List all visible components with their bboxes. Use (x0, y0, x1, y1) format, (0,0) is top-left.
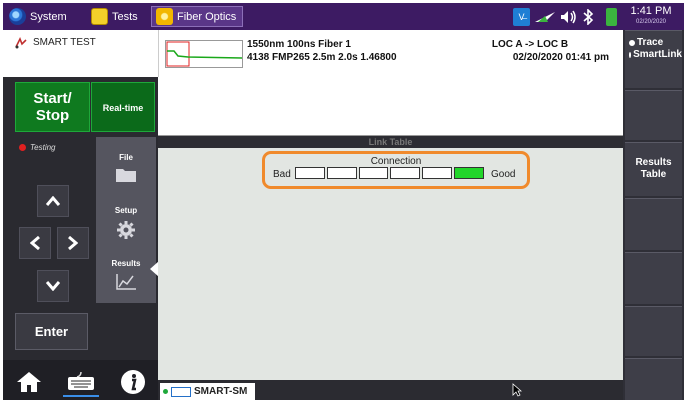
connection-bad-label: Bad (273, 169, 291, 180)
clock-date: 02/20/2020 (635, 19, 667, 25)
menu-setup-label: Setup (114, 206, 138, 215)
status-dot-icon (163, 389, 168, 394)
softkey-empty-6[interactable] (625, 306, 682, 356)
view-option-smartlink[interactable]: SmartLink (629, 49, 682, 61)
menu-results-label: Results (111, 259, 141, 268)
tab-smart-sm[interactable]: SMART-SM (160, 383, 255, 400)
tab-fiber-optics[interactable]: Fiber Optics (151, 6, 243, 27)
menu-file-label: File (119, 153, 133, 162)
main-content: Link Table Connection Bad Good SMART-SM (158, 77, 623, 400)
fiber-link-icon (171, 386, 191, 397)
left-control-panel: Start/ Stop Real-time Testing File Setup (3, 77, 159, 400)
tab-fiber-optics-label: Fiber Optics (177, 10, 237, 23)
testing-indicator: Testing (19, 143, 56, 152)
results-table-softkey[interactable]: Results Table (625, 142, 682, 196)
mouse-cursor-icon (512, 383, 522, 397)
instrument-screen: System Tests Fiber Optics V̶ 1:41 PM 02/… (3, 3, 684, 400)
system-gear-icon (9, 8, 26, 25)
tab-smart-sm-label: SMART-SM (194, 386, 248, 397)
arrow-up-button[interactable] (37, 185, 69, 217)
testing-status-dot-icon (19, 144, 26, 151)
home-icon[interactable] (11, 367, 47, 397)
bert-tests-icon (91, 8, 108, 25)
results-graph-icon (116, 274, 136, 290)
top-status-bar: System Tests Fiber Optics V̶ 1:41 PM 02/… (3, 3, 684, 30)
folder-icon (116, 169, 136, 182)
link-table-area: Connection Bad Good (158, 148, 623, 380)
tab-system[interactable]: System (5, 6, 85, 27)
app-title-label: SMART TEST (33, 37, 96, 48)
view-option-trace-label: Trace (637, 37, 664, 48)
gear-icon (117, 221, 135, 239)
radio-unselected-icon (629, 52, 632, 58)
bottom-icon-bar (3, 360, 158, 400)
connection-segment (295, 167, 325, 179)
right-softkey-column: Trace SmartLink Results Table (623, 30, 684, 400)
tab-system-label: System (30, 10, 67, 23)
view-option-trace[interactable]: Trace (629, 37, 682, 49)
connection-segment (422, 167, 453, 179)
smart-test-icon (15, 37, 27, 49)
trace-thumbnail[interactable] (165, 40, 243, 68)
chevron-down-icon (46, 281, 60, 291)
connection-segment (454, 167, 484, 179)
view-option-smartlink-label: SmartLink (633, 49, 682, 60)
connection-title: Connection (370, 156, 422, 167)
menu-file[interactable]: File (96, 153, 156, 183)
info-icon[interactable] (115, 367, 151, 397)
vnc-icon[interactable]: V̶ (513, 8, 530, 26)
connection-good-label: Good (491, 169, 516, 180)
fiber-optics-icon (156, 8, 173, 25)
bluetooth-icon[interactable] (582, 8, 596, 26)
softkey-empty-7[interactable] (625, 358, 682, 400)
link-table-title: Link Table (158, 136, 623, 148)
keyboard-icon[interactable] (63, 367, 99, 397)
chevron-left-icon (30, 236, 40, 250)
connection-segment (390, 167, 421, 179)
measurement-params-line1: 1550nm 100ns Fiber 1 (247, 39, 351, 50)
enter-button[interactable]: Enter (15, 313, 88, 350)
menu-results[interactable]: Results (96, 259, 156, 291)
wifi-icon[interactable] (534, 8, 556, 26)
start-stop-line2: Stop (35, 107, 70, 124)
results-table-line2: Table (640, 169, 667, 180)
measurement-params-line2: 4138 FMP265 2.5m 2.0s 1.46800 (247, 52, 397, 63)
chevron-right-icon (68, 236, 78, 250)
menu-setup[interactable]: Setup (96, 206, 156, 240)
trace-header: 1550nm 100ns Fiber 1 4138 FMP265 2.5m 2.… (158, 30, 623, 77)
results-table-line1: Results (635, 157, 672, 168)
softkey-empty-2[interactable] (625, 90, 682, 140)
tab-tests-label: Tests (112, 10, 138, 23)
realtime-button[interactable]: Real-time (91, 82, 155, 132)
softkey-empty-4[interactable] (625, 198, 682, 250)
view-toggle-softkey[interactable]: Trace SmartLink (625, 30, 682, 88)
bottom-tab-bar: SMART-SM (158, 380, 623, 400)
measurement-datetime: 02/20/2020 01:41 pm (512, 52, 609, 63)
start-stop-line1: Start/ (33, 90, 72, 107)
arrow-left-button[interactable] (19, 227, 51, 259)
arrow-down-button[interactable] (37, 270, 69, 302)
connection-segment (326, 167, 357, 179)
testing-label: Testing (30, 143, 56, 152)
softkey-empty-5[interactable] (625, 252, 682, 304)
chevron-up-icon (46, 196, 60, 206)
connection-quality-indicator: Connection Bad Good (262, 151, 530, 189)
side-menu: File Setup Results (96, 137, 156, 303)
trace-view-area[interactable] (158, 77, 623, 136)
clock-time: 1:41 PM (630, 5, 672, 17)
tab-tests[interactable]: Tests (87, 6, 149, 27)
speaker-icon[interactable] (560, 8, 578, 26)
location-direction: LOC A -> LOC B (491, 39, 569, 50)
battery-icon (606, 8, 617, 26)
app-title: SMART TEST (3, 30, 158, 77)
connection-quality-bar (295, 167, 484, 179)
start-stop-button[interactable]: Start/ Stop (15, 82, 90, 132)
radio-selected-icon (629, 40, 635, 46)
arrow-right-button[interactable] (57, 227, 89, 259)
clock: 1:41 PM 02/20/2020 (622, 5, 680, 26)
connection-segment (358, 167, 389, 179)
